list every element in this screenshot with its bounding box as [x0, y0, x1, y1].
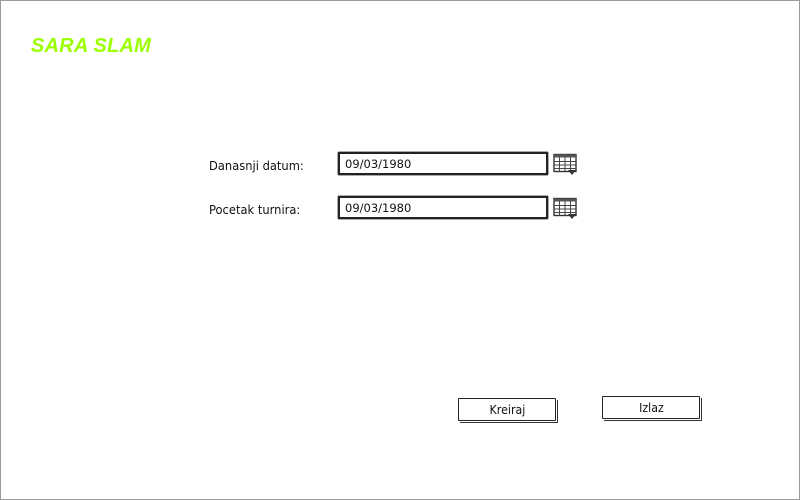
today-date-label: Danasnji datum:	[209, 158, 304, 173]
create-button-label: Kreiraj	[489, 402, 525, 417]
today-date-input[interactable]	[338, 152, 548, 175]
calendar-icon	[553, 197, 577, 219]
tournament-start-calendar-button[interactable]	[552, 196, 580, 220]
exit-button-label: Izlaz	[638, 400, 664, 415]
exit-button[interactable]: Izlaz	[602, 396, 702, 421]
tournament-start-input[interactable]	[338, 196, 548, 219]
window-frame	[0, 0, 800, 500]
create-button[interactable]: Kreiraj	[458, 398, 558, 423]
calendar-icon	[553, 153, 577, 175]
app-title: SARA SLAM	[31, 35, 151, 57]
today-date-calendar-button[interactable]	[552, 152, 580, 176]
tournament-start-label: Pocetak turnira:	[209, 202, 301, 217]
